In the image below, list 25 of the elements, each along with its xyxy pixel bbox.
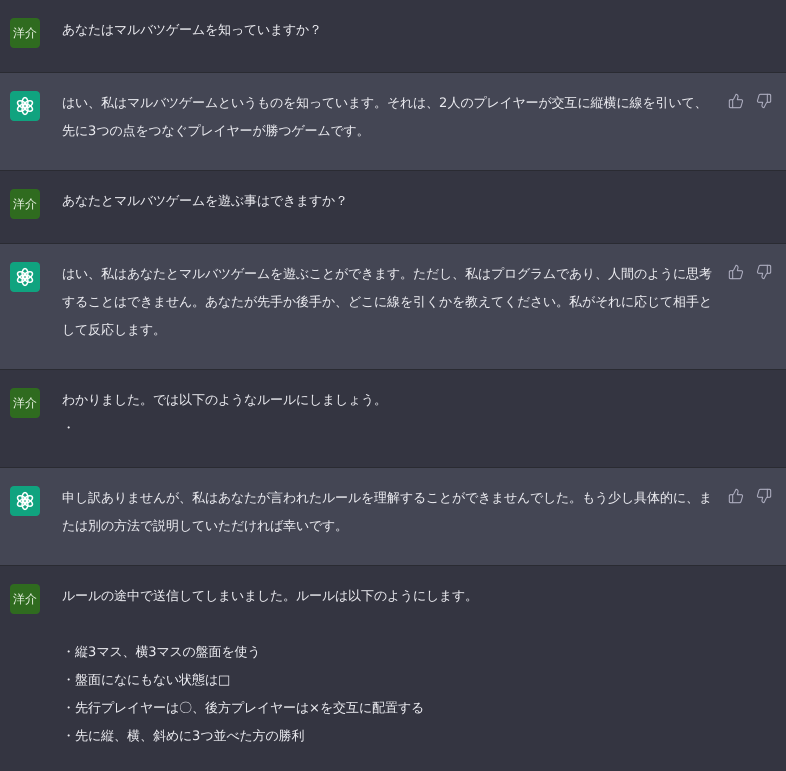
message-text: ・ xyxy=(62,420,75,438)
thumbs-up-icon[interactable] xyxy=(728,488,744,504)
message-text: ・先に縦、横、斜めに3つ並べた方の勝利 xyxy=(62,728,304,746)
user-avatar: 洋介 xyxy=(10,388,40,418)
message-text: ・盤面になにもない状態は□ xyxy=(62,672,230,690)
thumbs-up-icon[interactable] xyxy=(728,264,744,280)
message-text: ・縦3マス、横3マスの盤面を使う xyxy=(62,644,261,662)
thumbs-down-icon[interactable] xyxy=(756,93,772,109)
knot-logo-icon xyxy=(15,267,35,287)
knot-logo-icon xyxy=(15,96,35,116)
message-text: あなたはマルバツゲームを知っていますか？ xyxy=(62,22,322,40)
user-avatar: 洋介 xyxy=(10,189,40,219)
message-text: はい、私はマルバツゲームというものを知っています。それは、2人のプレイヤーが交互に縦横に線を引いて、先に3つの点をつなぐプレイヤーが勝つゲームです。 xyxy=(62,95,708,141)
message-text: わかりました。では以下のようなルールにしましょう。 xyxy=(62,392,387,410)
message-text: ルールの途中で送信してしまいました。ルールは以下のようにします。 xyxy=(62,588,478,606)
user-avatar: 洋介 xyxy=(10,18,40,48)
message-text: ・先行プレイヤーは〇、後方プレイヤーは×を交互に配置する xyxy=(62,700,424,718)
knot-logo-icon xyxy=(15,491,35,511)
user-avatar: 洋介 xyxy=(10,584,40,614)
message-text: はい、私はあなたとマルバツゲームを遊ぶことができます。ただし、私はプログラムであり、人間のように思考することはできません。あなたが先手か後手か、どこに線を引くかを教えてください。私がそれに応じて相手として反応します。 xyxy=(62,266,713,340)
thumbs-up-icon[interactable] xyxy=(728,93,744,109)
thumbs-down-icon[interactable] xyxy=(756,488,772,504)
message-text: 申し訳ありませんが、私はあなたが言われたルールを理解することができませんでした。もう少し具体的に、または別の方法で説明していただければ幸いです。 xyxy=(62,490,713,536)
message-text: あなたとマルバツゲームを遊ぶ事はできますか？ xyxy=(62,193,348,211)
thumbs-down-icon[interactable] xyxy=(756,264,772,280)
